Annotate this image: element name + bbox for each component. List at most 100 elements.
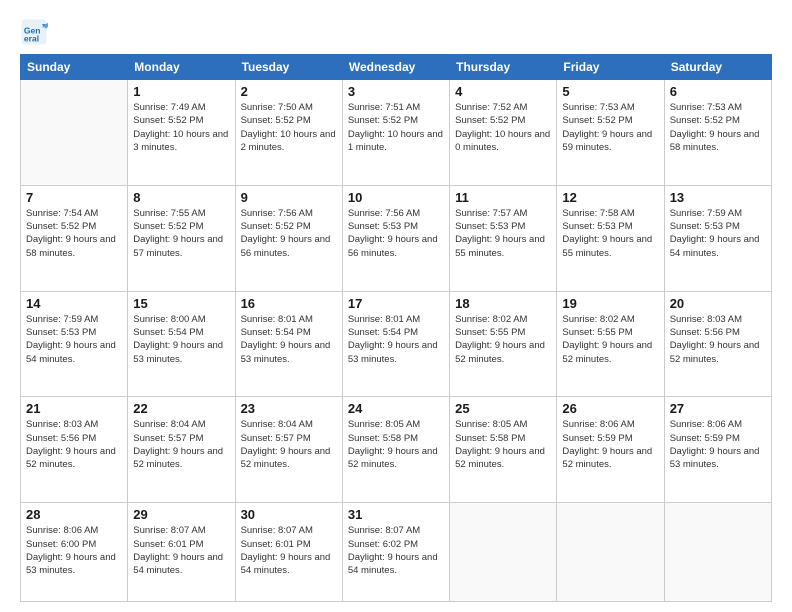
daylight-label: Daylight: 9 hours and 53 minutes.: [133, 340, 223, 364]
day-number: 10: [348, 190, 444, 205]
day-number: 5: [562, 84, 658, 99]
sunrise-label: Sunrise: 8:05 AM: [348, 419, 420, 430]
day-number: 16: [241, 296, 337, 311]
daylight-label: Daylight: 9 hours and 54 minutes.: [241, 552, 331, 576]
sunset-label: Sunset: 5:52 PM: [455, 115, 525, 126]
calendar-cell: 2 Sunrise: 7:50 AMSunset: 5:52 PMDaylight…: [235, 80, 342, 186]
daylight-label: Daylight: 9 hours and 52 minutes.: [133, 446, 223, 470]
sunrise-label: Sunrise: 7:58 AM: [562, 208, 634, 219]
sunrise-label: Sunrise: 7:56 AM: [348, 208, 420, 219]
day-number: 15: [133, 296, 229, 311]
day-number: 9: [241, 190, 337, 205]
sunset-label: Sunset: 5:58 PM: [348, 433, 418, 444]
day-number: 31: [348, 507, 444, 522]
sunset-label: Sunset: 5:52 PM: [562, 115, 632, 126]
calendar-cell: 1Sunrise: 7:49 AMSunset: 5:52 PMDaylight…: [128, 80, 235, 186]
sunrise-label: Sunrise: 7:52 AM: [455, 102, 527, 113]
sunrise-label: Sunrise: 8:02 AM: [455, 314, 527, 325]
sunrise-label: Sunrise: 7:54 AM: [26, 208, 98, 219]
day-number: 30: [241, 507, 337, 522]
sunrise-label: Sunrise: 7:49 AM: [133, 102, 205, 113]
sunset-label: Sunset: 5:53 PM: [455, 221, 525, 232]
daylight-label: Daylight: 9 hours and 52 minutes.: [562, 446, 652, 470]
sunset-label: Sunset: 5:55 PM: [562, 327, 632, 338]
day-number: 20: [670, 296, 766, 311]
calendar-cell: [664, 503, 771, 602]
weekday-wednesday: Wednesday: [342, 55, 449, 80]
sunset-label: Sunset: 6:01 PM: [241, 539, 311, 550]
daylight-label: Daylight: 9 hours and 56 minutes.: [241, 234, 331, 258]
weekday-sunday: Sunday: [21, 55, 128, 80]
daylight-label: Daylight: 9 hours and 52 minutes.: [241, 446, 331, 470]
calendar-cell: 13 Sunrise: 7:59 AMSunset: 5:53 PMDayligh…: [664, 185, 771, 291]
sunset-label: Sunset: 5:58 PM: [455, 433, 525, 444]
sunset-label: Sunset: 5:59 PM: [562, 433, 632, 444]
day-info: Sunrise: 8:01 AMSunset: 5:54 PMDaylight:…: [241, 313, 337, 366]
calendar-cell: 14Sunrise: 7:59 AMSunset: 5:53 PMDayligh…: [21, 291, 128, 397]
calendar-cell: 17 Sunrise: 8:01 AMSunset: 5:54 PMDayligh…: [342, 291, 449, 397]
day-number: 4: [455, 84, 551, 99]
day-number: 6: [670, 84, 766, 99]
calendar-cell: 18Sunrise: 8:02 AMSunset: 5:55 PMDayligh…: [450, 291, 557, 397]
day-number: 12: [562, 190, 658, 205]
calendar-cell: 7Sunrise: 7:54 AMSunset: 5:52 PMDaylight…: [21, 185, 128, 291]
day-number: 27: [670, 401, 766, 416]
sunrise-label: Sunrise: 8:02 AM: [562, 314, 634, 325]
sunrise-label: Sunrise: 8:07 AM: [133, 525, 205, 536]
calendar-cell: 19Sunrise: 8:02 AMSunset: 5:55 PMDayligh…: [557, 291, 664, 397]
day-number: 11: [455, 190, 551, 205]
weekday-tuesday: Tuesday: [235, 55, 342, 80]
sunset-label: Sunset: 5:52 PM: [26, 221, 96, 232]
day-number: 2: [241, 84, 337, 99]
daylight-label: Daylight: 10 hours and 0 minutes.: [455, 129, 550, 153]
calendar-body: 1Sunrise: 7:49 AMSunset: 5:52 PMDaylight…: [21, 80, 772, 602]
day-info: Sunrise: 8:01 AMSunset: 5:54 PMDaylight:…: [348, 313, 444, 366]
weekday-thursday: Thursday: [450, 55, 557, 80]
sunrise-label: Sunrise: 8:01 AM: [348, 314, 420, 325]
sunrise-label: Sunrise: 8:00 AM: [133, 314, 205, 325]
day-number: 29: [133, 507, 229, 522]
day-number: 13: [670, 190, 766, 205]
sunrise-label: Sunrise: 7:55 AM: [133, 208, 205, 219]
sunset-label: Sunset: 5:54 PM: [241, 327, 311, 338]
sunset-label: Sunset: 5:59 PM: [670, 433, 740, 444]
daylight-label: Daylight: 9 hours and 56 minutes.: [348, 234, 438, 258]
day-info: Sunrise: 8:05 AM Sunset: 5:58 PM Daylight:…: [348, 418, 444, 471]
day-info: Sunrise: 8:06 AMSunset: 6:00 PMDaylight:…: [26, 524, 122, 577]
calendar-cell: 30 Sunrise: 8:07 AM Sunset: 6:01 PM Dayligh…: [235, 503, 342, 602]
daylight-label: Daylight: 9 hours and 52 minutes.: [670, 340, 760, 364]
sunset-label: Sunset: 5:54 PM: [133, 327, 203, 338]
calendar-cell: 24Sunrise: 8:05 AMSunset: 5:58 PMDayligh…: [342, 397, 449, 503]
day-number: 26: [562, 401, 658, 416]
daylight-label: Daylight: 9 hours and 54 minutes.: [670, 234, 760, 258]
calendar-cell: 21Sunrise: 8:03 AMSunset: 5:56 PMDayligh…: [21, 397, 128, 503]
daylight-label: Daylight: 9 hours and 52 minutes.: [348, 446, 438, 470]
day-info: Sunrise: 8:00 AM Sunset: 5:54 PM Daylight:…: [133, 313, 229, 366]
day-info: Sunrise: 8:02 AMSunset: 5:55 PMDaylight:…: [562, 313, 658, 366]
day-number: 3: [348, 84, 444, 99]
day-info: Sunrise: 8:07 AM Sunset: 6:01 PM Daylight:…: [133, 524, 229, 577]
sunset-label: Sunset: 6:01 PM: [133, 539, 203, 550]
calendar-cell: 29 Sunrise: 8:07 AM Sunset: 6:01 PM Dayligh…: [128, 503, 235, 602]
daylight-label: Daylight: 9 hours and 54 minutes.: [133, 552, 223, 576]
sunset-label: Sunset: 5:53 PM: [562, 221, 632, 232]
sunset-label: Sunset: 5:57 PM: [133, 433, 203, 444]
sunset-label: Sunset: 5:53 PM: [26, 327, 96, 338]
sunrise-label: Sunrise: 8:07 AM: [241, 525, 313, 536]
weekday-friday: Friday: [557, 55, 664, 80]
sunset-label: Sunset: 5:52 PM: [241, 115, 311, 126]
day-info: Sunrise: 7:50 AMSunset: 5:52 PMDaylight:…: [241, 101, 337, 154]
calendar-cell: 22Sunrise: 8:04 AMSunset: 5:57 PMDayligh…: [128, 397, 235, 503]
day-info: Sunrise: 8:07 AMSunset: 6:02 PMDaylight:…: [348, 524, 444, 577]
sunset-label: Sunset: 6:00 PM: [26, 539, 96, 550]
day-info: Sunrise: 7:53 AMSunset: 5:52 PMDaylight:…: [670, 101, 766, 154]
sunset-label: Sunset: 5:52 PM: [348, 115, 418, 126]
calendar-cell: 15 Sunrise: 8:00 AM Sunset: 5:54 PM Dayligh…: [128, 291, 235, 397]
day-info: Sunrise: 7:59 AMSunset: 5:53 PMDaylight:…: [670, 207, 766, 260]
sunrise-label: Sunrise: 8:04 AM: [133, 419, 205, 430]
day-info: Sunrise: 7:57 AMSunset: 5:53 PMDaylight:…: [455, 207, 551, 260]
calendar-cell: 26Sunrise: 8:06 AMSunset: 5:59 PMDayligh…: [557, 397, 664, 503]
day-number: 17: [348, 296, 444, 311]
sunrise-label: Sunrise: 7:59 AM: [670, 208, 742, 219]
sunrise-label: Sunrise: 8:06 AM: [670, 419, 742, 430]
